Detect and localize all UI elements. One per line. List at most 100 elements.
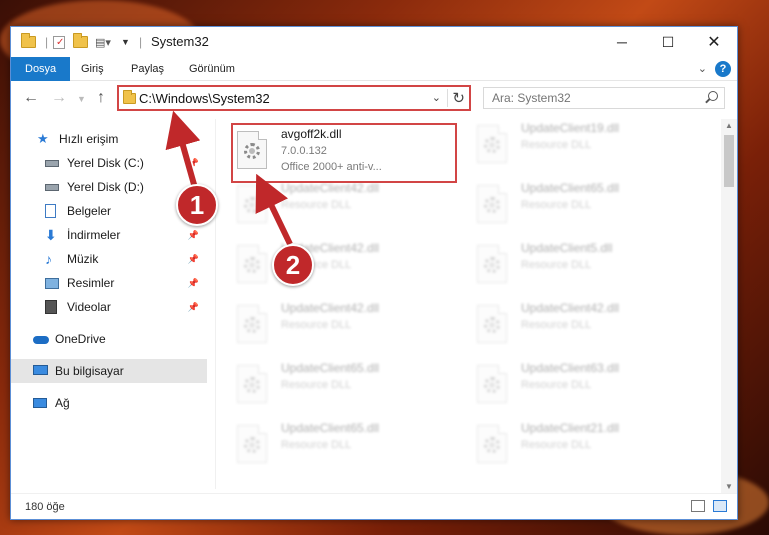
file-description: Resource DLL: [521, 199, 592, 211]
file-item[interactable]: UpdateClient65.dll Resource DLL: [233, 359, 463, 417]
dll-file-icon: [477, 365, 507, 403]
chevron-down-icon[interactable]: ⌄: [432, 91, 441, 104]
sidebar-item-label: Hızlı erişim: [59, 132, 119, 146]
file-description: Resource DLL: [281, 379, 352, 391]
file-item[interactable]: UpdateClient42.dll Resource DLL: [233, 239, 463, 297]
image-icon: [45, 276, 61, 290]
tab-share[interactable]: Paylaş: [131, 57, 164, 81]
customize-qa-icon[interactable]: ▤▾: [95, 34, 111, 50]
sidebar-item-onedrive[interactable]: OneDrive: [11, 327, 207, 351]
sidebar-item-label: Videolar: [67, 300, 111, 314]
dll-file-icon: [237, 305, 267, 343]
status-bar: 180 öğe: [11, 493, 737, 519]
sidebar-item-network[interactable]: Ağ: [11, 391, 207, 415]
separator: |: [45, 35, 49, 49]
file-name: UpdateClient42.dll: [281, 301, 380, 315]
pin-icon[interactable]: 📌: [188, 158, 199, 169]
expand-ribbon-icon[interactable]: ⌄: [698, 62, 707, 75]
scroll-down-icon[interactable]: ▼: [721, 482, 737, 491]
scroll-thumb[interactable]: [724, 135, 734, 187]
file-highlight-frame: [231, 123, 457, 183]
tab-home[interactable]: Giriş: [81, 57, 104, 81]
sidebar-item-disk-c[interactable]: Yerel Disk (C:) 📌: [11, 151, 207, 175]
pin-icon[interactable]: 📌: [188, 278, 199, 289]
new-folder-icon[interactable]: [73, 33, 88, 50]
recent-locations-icon[interactable]: ▼: [77, 94, 86, 104]
maximize-button[interactable]: ☐: [645, 27, 691, 57]
sidebar-item-this-pc[interactable]: Bu bilgisayar: [11, 359, 207, 383]
properties-icon[interactable]: ✓: [53, 34, 65, 50]
download-icon: ⬇: [45, 227, 57, 243]
close-button[interactable]: ✕: [691, 27, 737, 57]
computer-icon: [33, 364, 49, 378]
sidebar-item-label: İndirmeler: [67, 228, 121, 242]
tab-view[interactable]: Görünüm: [189, 57, 235, 81]
pin-icon[interactable]: 📌: [188, 302, 199, 313]
file-item[interactable]: UpdateClient42.dll Resource DLL: [233, 179, 463, 237]
dll-file-icon: [477, 425, 507, 463]
navigation-pane: ★ Hızlı erişim Yerel Disk (C:) 📌 Yerel D…: [11, 119, 207, 493]
search-icon[interactable]: [708, 91, 718, 101]
dll-file-icon: [477, 245, 507, 283]
search-box[interactable]: [483, 87, 725, 109]
file-name: UpdateClient5.dll: [521, 241, 613, 255]
scroll-up-icon[interactable]: ▲: [721, 121, 737, 130]
file-description: Resource DLL: [521, 319, 592, 331]
details-view-icon[interactable]: [691, 500, 705, 512]
sidebar-item-label: Belgeler: [67, 204, 112, 218]
file-item[interactable]: UpdateClient19.dll Resource DLL: [473, 119, 703, 177]
refresh-icon[interactable]: ↻: [447, 89, 465, 107]
file-item[interactable]: UpdateClient5.dll Resource DLL: [473, 239, 703, 297]
cloud-icon: [33, 332, 49, 346]
pin-icon[interactable]: 📌: [188, 230, 199, 241]
file-item[interactable]: UpdateClient42.dll Resource DLL: [473, 299, 703, 357]
folder-icon: [21, 33, 36, 50]
file-description: Resource DLL: [281, 319, 352, 331]
sidebar-item-downloads[interactable]: ⬇ İndirmeler 📌: [11, 223, 207, 247]
tab-file[interactable]: Dosya: [11, 57, 71, 81]
sidebar-item-pictures[interactable]: Resimler 📌: [11, 271, 207, 295]
dll-file-icon: [237, 185, 267, 223]
file-name: UpdateClient63.dll: [521, 361, 620, 375]
pin-icon[interactable]: 📌: [188, 254, 199, 265]
ribbon-tabs: Dosya Giriş Paylaş Görünüm ⌄ ?: [11, 57, 737, 81]
document-icon: [45, 204, 61, 218]
up-button[interactable]: ↑: [97, 89, 105, 107]
file-name: UpdateClient19.dll: [521, 121, 620, 135]
separator: |: [139, 35, 143, 49]
step-badge-1: 1: [176, 184, 218, 226]
file-name: UpdateClient21.dll: [521, 421, 620, 435]
file-name: UpdateClient65.dll: [281, 361, 380, 375]
file-item[interactable]: UpdateClient21.dll Resource DLL: [473, 419, 703, 477]
address-bar[interactable]: C:\Windows\System32 ⌄ ↻: [117, 85, 471, 111]
pane-divider[interactable]: [215, 119, 216, 489]
sidebar-item-videos[interactable]: Videolar 📌: [11, 295, 207, 319]
search-input[interactable]: [492, 91, 692, 105]
file-name: UpdateClient65.dll: [521, 181, 620, 195]
navigation-bar: ← → ▼ ↑ C:\Windows\System32 ⌄ ↻: [11, 81, 737, 117]
video-icon: [45, 300, 61, 314]
file-item[interactable]: UpdateClient42.dll Resource DLL: [233, 299, 463, 357]
dll-file-icon: [477, 305, 507, 343]
forward-button[interactable]: →: [51, 89, 67, 107]
file-item[interactable]: UpdateClient65.dll Resource DLL: [233, 419, 463, 477]
dll-file-icon: [477, 125, 507, 163]
network-icon: [33, 396, 49, 410]
help-icon[interactable]: ?: [715, 61, 731, 77]
vertical-scrollbar[interactable]: ▲ ▼: [721, 119, 737, 493]
sidebar-item-label: Resimler: [67, 276, 115, 290]
drive-icon: [45, 180, 61, 194]
back-button[interactable]: ←: [23, 89, 39, 107]
minimize-button[interactable]: ─: [599, 27, 645, 57]
music-icon: ♪: [45, 251, 52, 267]
file-item[interactable]: UpdateClient63.dll Resource DLL: [473, 359, 703, 417]
file-description: Resource DLL: [281, 439, 352, 451]
chevron-down-icon[interactable]: ▼: [121, 34, 130, 50]
file-description: Resource DLL: [281, 199, 352, 211]
dll-file-icon: [237, 245, 267, 283]
large-icons-view-icon[interactable]: [713, 500, 727, 512]
file-item[interactable]: UpdateClient65.dll Resource DLL: [473, 179, 703, 237]
file-description: Resource DLL: [521, 139, 592, 151]
sidebar-item-music[interactable]: ♪ Müzik 📌: [11, 247, 207, 271]
sidebar-item-quick-access[interactable]: ★ Hızlı erişim: [11, 127, 207, 151]
